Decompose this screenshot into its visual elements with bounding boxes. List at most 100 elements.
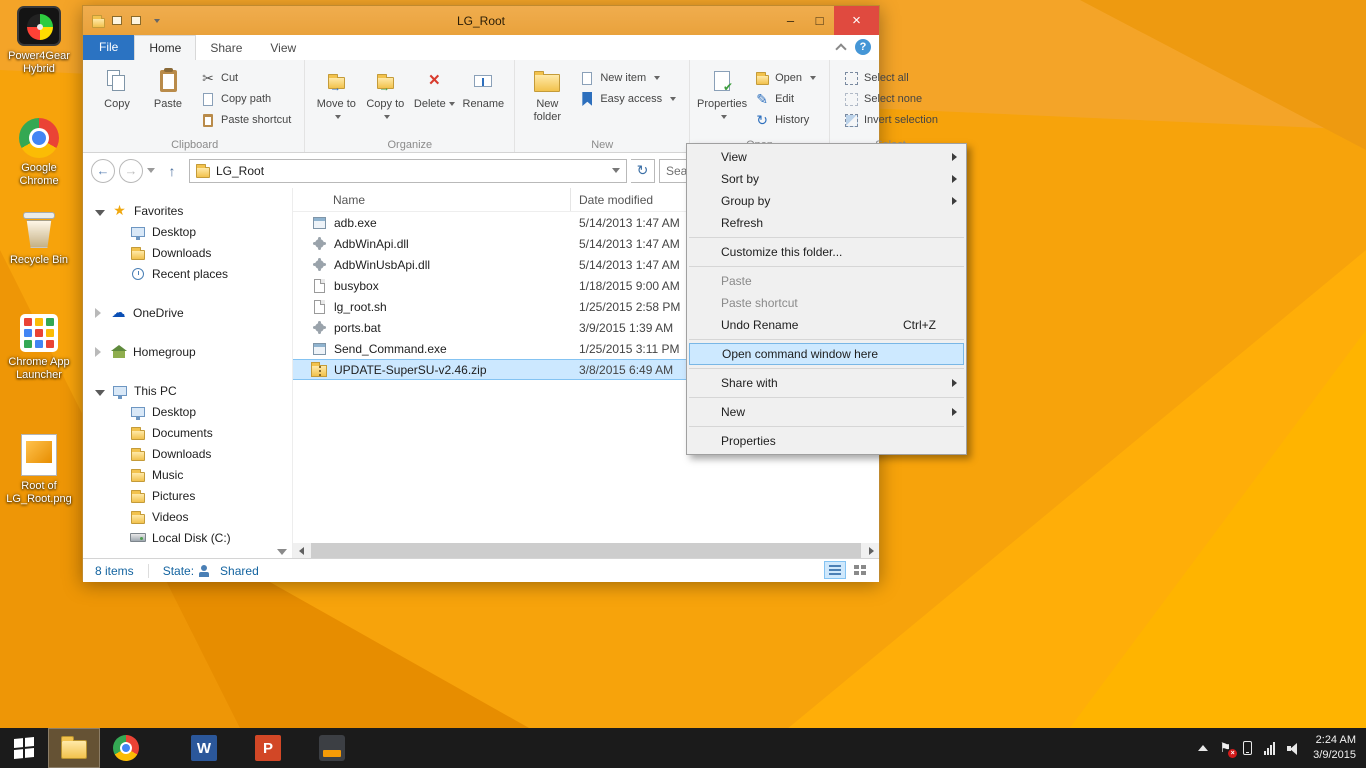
sidebar-item-pc-local-disk[interactable]: Local Disk (C:) [83,527,292,548]
context-menu-item-open-command-window-here[interactable]: Open command window here [689,343,964,365]
new-folder-button[interactable]: New folder [523,63,571,123]
breadcrumb-location[interactable]: LG_Root [216,164,264,178]
device-icon[interactable] [1243,741,1252,755]
desktop-icon-lgroot-png[interactable]: Root of LG_Root.png [2,434,76,506]
paste-shortcut-button[interactable]: Paste shortcut [195,110,296,130]
copy-button[interactable]: Copy [93,63,141,111]
up-button[interactable]: ↑ [159,159,185,183]
show-hidden-icons-button[interactable] [1198,745,1208,751]
context-menu-item-new[interactable]: New [687,401,966,423]
open-button[interactable]: Open [749,68,821,88]
sidebar-item-onedrive[interactable]: ☁ OneDrive [83,302,292,323]
delete-button[interactable]: × Delete [411,63,457,111]
network-icon[interactable] [1264,742,1275,755]
edit-button[interactable]: ✎ Edit [749,89,821,109]
desktop-icon-label: Power4Gear Hybrid [2,50,76,76]
new-item-button[interactable]: New item [574,68,681,88]
desktop-icon [129,407,146,417]
select-none-button[interactable]: Select none [838,89,943,109]
taskbar-word-button[interactable]: W [178,728,230,768]
easy-access-button[interactable]: Easy access [574,89,681,109]
taskbar-lgtool-button[interactable] [306,728,358,768]
scrollbar-thumb[interactable] [311,543,861,558]
expander-icon[interactable] [95,210,105,216]
sidebar-item-favorites[interactable]: ★ Favorites [83,200,292,221]
start-button[interactable] [0,728,48,768]
details-view-button[interactable] [824,561,846,579]
action-center-flag-icon[interactable]: ⚑× [1220,740,1232,756]
menu-separator [689,339,964,340]
back-button[interactable]: ← [91,159,115,183]
desktop-icon-recycle-bin[interactable]: Recycle Bin [2,208,76,267]
tab-view[interactable]: View [256,36,310,60]
taskbar-explorer-button[interactable] [48,728,100,768]
sidebar-item-pc-music[interactable]: Music [83,464,292,485]
expander-icon[interactable] [95,308,104,318]
context-menu-item-properties[interactable]: Properties [687,430,966,452]
cut-button[interactable]: ✂ Cut [195,68,296,88]
context-menu-item-sort-by[interactable]: Sort by [687,168,966,190]
desktop-icon-chrome[interactable]: Google Chrome [2,118,76,188]
copy-path-button[interactable]: Copy path [195,89,296,109]
sidebar-item-downloads[interactable]: Downloads [83,242,292,263]
expander-icon[interactable] [95,390,105,396]
maximize-button[interactable]: □ [805,6,834,35]
history-button[interactable]: ↻ History [749,110,821,130]
sidebar-item-pc-videos[interactable]: Videos [83,506,292,527]
ribbon-tabs: File Home Share View ? [83,35,879,60]
sidebar-item-this-pc[interactable]: This PC [83,380,292,401]
help-icon[interactable]: ? [855,39,871,55]
tab-file[interactable]: File [83,35,134,60]
rename-button[interactable]: Rename [460,63,506,111]
address-dropdown-icon[interactable] [612,168,620,173]
taskbar-powerpoint-button[interactable]: P [242,728,294,768]
windows-logo-icon [14,737,34,759]
menu-separator [689,237,964,238]
context-menu-item-view[interactable]: View [687,146,966,168]
tab-home[interactable]: Home [134,35,196,60]
collapse-ribbon-icon[interactable] [835,43,846,54]
icons-view-button[interactable] [849,561,871,579]
downloads-folder-icon [129,246,146,260]
context-menu-item-refresh[interactable]: Refresh [687,212,966,234]
column-header-name[interactable]: Name [293,188,571,211]
sidebar-item-homegroup[interactable]: Homegroup [83,341,292,362]
refresh-button[interactable]: ↻ [631,159,655,183]
context-menu-item-group-by[interactable]: Group by [687,190,966,212]
close-button[interactable]: × [834,6,879,35]
select-all-button[interactable]: Select all [838,68,943,88]
copy-to-button[interactable]: → Copy to [362,63,408,123]
forward-button[interactable]: → [119,159,143,183]
sidebar-item-pc-pictures[interactable]: Pictures [83,485,292,506]
taskbar-chrome-button[interactable] [100,728,152,768]
sidebar-item-pc-downloads[interactable]: Downloads [83,443,292,464]
sidebar-item-pc-desktop[interactable]: Desktop [83,401,292,422]
generic-file-icon [311,279,327,293]
minimize-button[interactable]: – [776,6,805,35]
expander-icon[interactable] [95,347,104,357]
horizontal-scrollbar[interactable] [293,543,879,558]
properties-button[interactable]: ✔ Properties [698,63,746,123]
tab-share[interactable]: Share [196,36,256,60]
paste-button[interactable]: Paste [144,63,192,111]
context-menu-item-share-with[interactable]: Share with [687,372,966,394]
scroll-left-icon[interactable] [293,543,309,558]
volume-icon[interactable] [1287,742,1301,754]
sidebar-item-pc-documents[interactable]: Documents [83,422,292,443]
context-menu-item-undo-rename[interactable]: Undo Rename Ctrl+Z [687,314,966,336]
desktop-icon-power4gear[interactable]: Power4Gear Hybrid [2,6,76,76]
recent-locations-icon[interactable] [147,168,155,173]
context-menu-item-customize-this-folder[interactable]: Customize this folder... [687,241,966,263]
breadcrumb[interactable]: LG_Root [189,159,627,183]
desktop-icon-app-launcher[interactable]: Chrome App Launcher [2,314,76,382]
sidebar-item-desktop[interactable]: Desktop [83,221,292,242]
taskbar-clock[interactable]: 2:24 AM 3/9/2015 [1313,733,1356,764]
scroll-right-icon[interactable] [863,543,879,558]
sidebar-item-recent-places[interactable]: Recent places [83,263,292,284]
navpane-scroll-down-icon[interactable] [277,549,287,555]
invert-selection-button[interactable]: Invert selection [838,110,943,130]
cut-icon: ✂ [200,70,216,86]
move-to-button[interactable]: → Move to [313,63,359,123]
chrome-icon [19,118,59,158]
copy-to-icon: → [377,66,394,96]
